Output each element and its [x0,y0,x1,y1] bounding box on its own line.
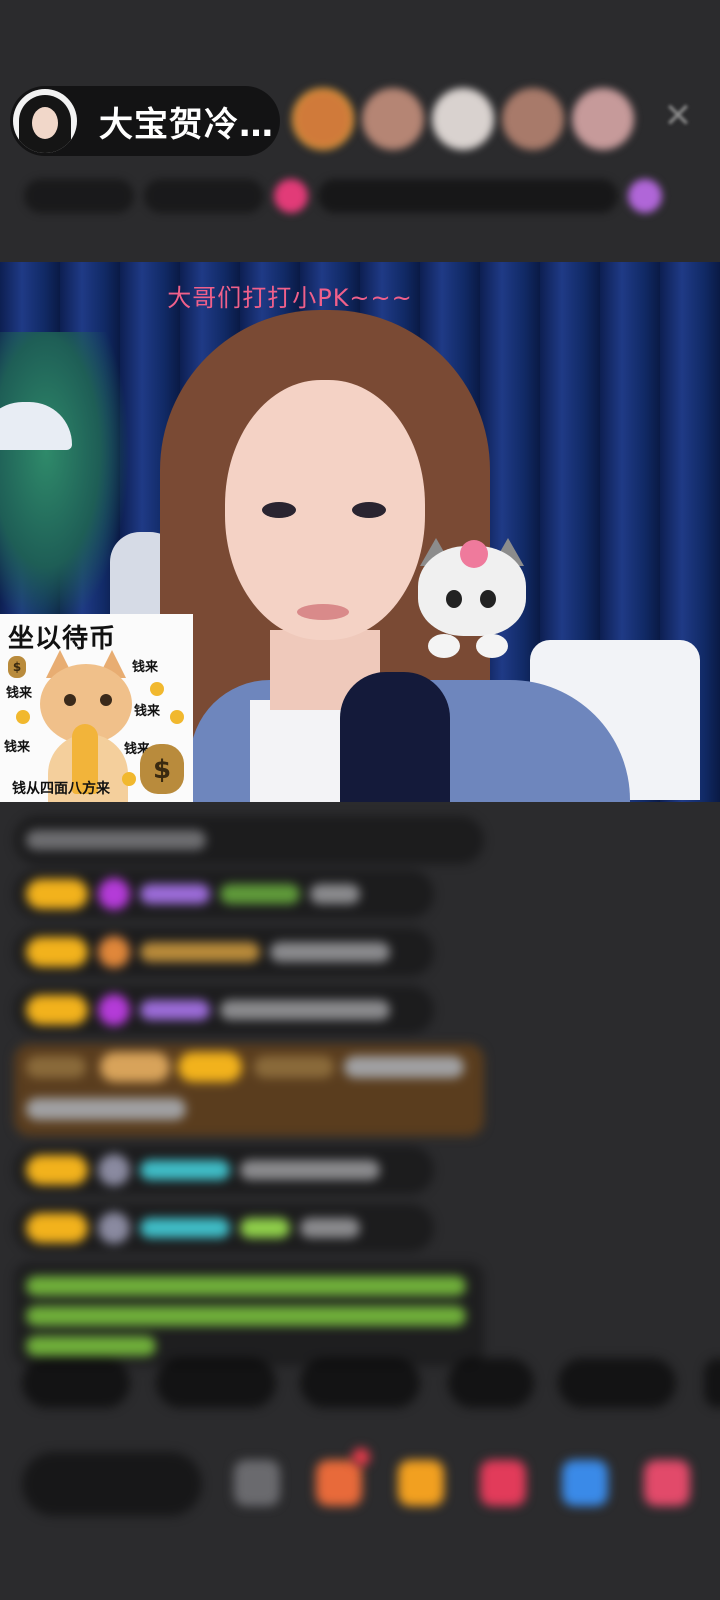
stream-info-bar [24,172,696,220]
host-avatar[interactable] [13,89,77,153]
viewer-avatar[interactable] [362,88,424,150]
host-name: 大宝贺冷… [99,104,274,145]
viewer-avatar[interactable] [292,88,354,150]
gift-icon[interactable] [644,1460,690,1506]
chat-message[interactable] [14,1204,434,1252]
quick-reply-button[interactable] [704,1358,720,1408]
fans-badge[interactable] [144,179,264,213]
sticker-word: 钱来 [6,686,33,701]
quick-reply-button[interactable] [300,1358,420,1408]
system-notice [14,1262,484,1366]
treasure-icon[interactable] [398,1460,444,1506]
announcement-ticker[interactable] [318,179,618,213]
money-cat-sticker: 坐以待币 $ 钱来 钱来 钱来 钱来 钱来 $ 钱从四面八方来 [0,614,193,802]
money-bag-icon: $ [8,656,26,678]
notification-dot [352,1448,370,1466]
viewer-avatar[interactable] [432,88,494,150]
top-viewers-list [292,88,634,150]
pink-icon[interactable] [274,179,308,213]
heart-icon[interactable] [480,1460,526,1506]
viewer-avatar[interactable] [572,88,634,150]
chat-message[interactable] [14,870,434,918]
stream-caption: 大哥们打打小PK~~~ [167,284,413,312]
chat-message[interactable] [14,1146,434,1194]
quick-reply-button[interactable] [22,1358,130,1408]
host-profile-pill[interactable]: 大宝贺冷… [10,86,280,156]
quick-reply-button[interactable] [558,1358,676,1408]
gift-icon[interactable] [628,179,662,213]
viewer-avatar[interactable] [502,88,564,150]
sticker-word: 钱来 [4,740,31,755]
money-bag-icon: $ [140,744,184,794]
emoji-icon[interactable] [234,1460,280,1506]
quick-reply-button[interactable] [448,1358,534,1408]
game-icon[interactable] [562,1460,608,1506]
chat-message[interactable] [14,986,434,1034]
quick-reply-button[interactable] [156,1358,276,1408]
chat-message[interactable] [14,928,434,976]
close-icon[interactable]: ✕ [660,98,696,134]
gift-box-icon[interactable] [316,1460,362,1506]
chat-message-highlighted[interactable] [14,1044,484,1136]
sticker-caption: 钱从四面八方来 [12,781,110,797]
sticker-word: 钱来 [134,704,161,719]
sticker-word: 钱来 [132,660,159,675]
rank-badge[interactable] [24,179,134,213]
chat-input[interactable] [22,1452,202,1516]
chat-message[interactable] [14,816,484,864]
